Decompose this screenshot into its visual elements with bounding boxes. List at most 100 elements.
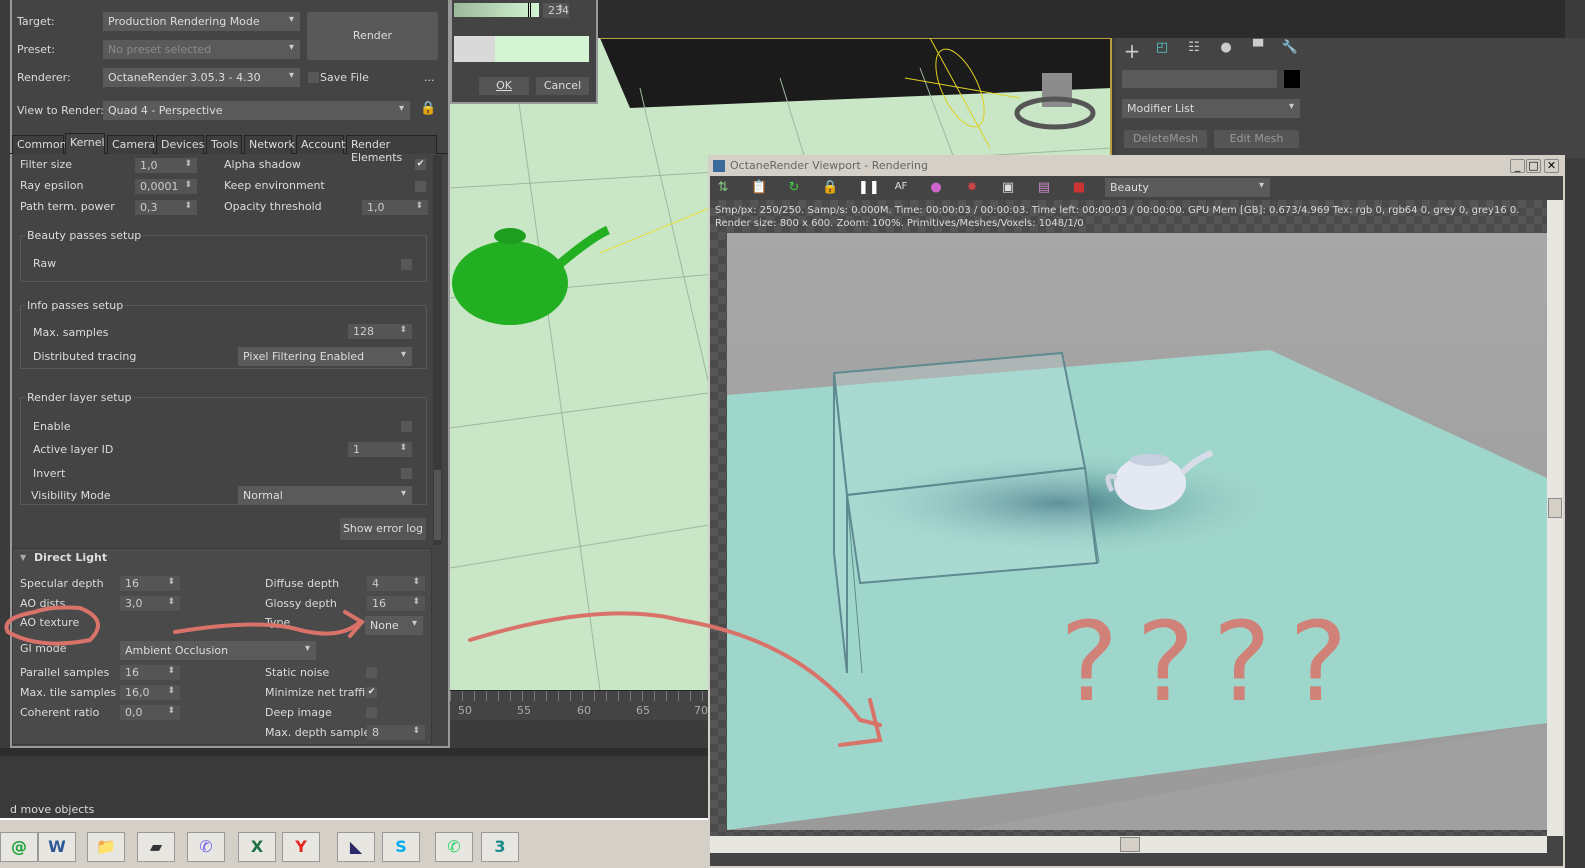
hierarchy-icon[interactable]: ☷ [1184,40,1204,55]
vertical-scrollbar[interactable] [1547,200,1563,836]
autofocus-icon[interactable]: AF [893,181,909,192]
lock-icon[interactable]: 🔒 [420,101,436,116]
timeline[interactable]: 50 55 60 65 70 [450,690,708,720]
alpha-shadow-checkbox[interactable]: ✔ [415,159,426,170]
close-button[interactable]: ✕ [1544,159,1559,173]
parallel-samples-spinner[interactable]: 16 [120,665,180,680]
max-samples-spinner[interactable]: 128 [348,324,412,339]
restart-icon[interactable]: ↻ [786,180,802,195]
mail-ru-agent-icon[interactable]: @ [0,832,38,862]
excel-icon[interactable]: X [238,832,276,862]
ao-type-dropdown[interactable]: None [365,616,423,635]
max-tile-samples-spinner[interactable]: 16,0 [120,685,180,700]
object-color-swatch[interactable] [1284,70,1300,88]
static-noise-checkbox[interactable] [366,667,377,678]
region-render-icon[interactable]: ✸ [964,180,980,195]
lock-icon[interactable]: 🔒 [822,180,838,195]
modifier-list-dropdown[interactable]: Modifier List [1122,99,1300,118]
tab-common[interactable]: Common [12,135,67,154]
tab-account[interactable]: Account [296,135,345,154]
target-dropdown[interactable]: Production Rendering Mode [103,12,300,31]
maximize-button[interactable]: □ [1526,159,1541,173]
visibility-mode-dropdown[interactable]: Normal [238,486,412,505]
motion-icon[interactable]: ● [1216,40,1236,55]
minimize-button[interactable]: _ [1510,159,1525,173]
film-region-icon[interactable]: ▤ [1036,180,1052,195]
octane-title-bar[interactable]: OctaneRender Viewport - Rendering _ □ ✕ [710,157,1563,176]
coherent-ratio-spinner[interactable]: 0,0 [120,705,180,720]
yandex-browser-icon[interactable]: Y [282,832,320,862]
value-gradient-slider[interactable] [454,3,539,17]
filter-size-spinner[interactable]: 1,0 [135,158,197,173]
skype-icon[interactable]: S [382,832,420,862]
3ds-max-icon[interactable]: 3 [481,832,519,862]
file-explorer-icon[interactable]: 📁 [87,832,125,862]
clipboard-icon[interactable]: 📋 [751,180,767,195]
path-term-power-spinner[interactable]: 0,3 [135,200,197,215]
ao-dists-spinner[interactable]: 3,0 [120,596,180,611]
gi-mode-dropdown[interactable]: Ambient Occlusion [120,641,316,660]
opacity-threshold-spinner[interactable]: 1,0 [362,200,428,215]
ok-button[interactable]: OK [479,77,529,95]
edit-mesh-button[interactable]: Edit Mesh [1214,130,1299,148]
display-icon[interactable]: ▣ [1000,180,1016,195]
viewport-top-bar [450,0,1565,38]
media-encoder-icon[interactable]: ◣ [337,832,375,862]
raw-label: Raw [33,257,57,270]
active-layer-id-spinner[interactable]: 1 [348,442,412,457]
export-icon[interactable]: ⇅ [715,180,731,195]
color-picker-dialog: 234 OK Cancel [450,0,598,104]
word-icon[interactable]: W [38,832,76,862]
tab-camera[interactable]: Camera [107,135,155,154]
save-file-checkbox[interactable] [308,72,319,83]
view-to-render-dropdown[interactable]: Quad 4 - Perspective [103,101,410,120]
value-spinner[interactable]: 234 [543,3,569,18]
type-label: Type [265,616,291,629]
cancel-button[interactable]: Cancel [536,77,589,95]
delete-mesh-button[interactable]: DeleteMesh [1124,130,1207,148]
minimize-net-traffic-checkbox[interactable]: ✔ [366,687,377,698]
keep-environment-checkbox[interactable] [415,181,426,192]
raw-checkbox[interactable] [401,259,412,270]
ao-texture-label: AO texture [20,616,80,629]
material-picker-icon[interactable]: ■ [1071,180,1087,195]
invert-checkbox[interactable] [401,468,412,479]
tab-kernel[interactable]: Kernel [65,133,105,154]
display-icon[interactable]: ▀ [1248,40,1268,55]
render-pass-dropdown[interactable]: Beauty [1105,178,1270,197]
timeline-tick: 50 [458,704,472,717]
more-options-button[interactable]: ... [424,71,435,84]
glossy-depth-spinner[interactable]: 16 [367,596,425,611]
render-image[interactable] [727,233,1547,830]
specular-depth-spinner[interactable]: 16 [120,576,180,591]
color-picker-icon[interactable]: ● [928,180,944,195]
deep-image-checkbox[interactable] [366,707,377,718]
utilities-icon[interactable]: 🔧 [1280,40,1300,55]
pause-icon[interactable]: ❚❚ [858,180,880,195]
render-button[interactable]: Render [307,12,438,60]
tab-tools[interactable]: Tools [206,135,242,154]
tab-render-elements[interactable]: Render Elements [346,135,437,164]
rollout-scrollbar[interactable] [433,155,442,545]
preset-dropdown[interactable]: No preset selected [103,40,300,59]
max-depth-samples-spinner[interactable]: 8 [367,725,425,740]
object-name-field[interactable] [1122,70,1277,88]
enable-checkbox[interactable] [401,421,412,432]
diffuse-depth-spinner[interactable]: 4 [367,576,425,591]
create-icon[interactable]: + [1122,39,1142,63]
direct-light-title[interactable]: Direct Light [34,551,107,564]
whatsapp-icon[interactable]: ✆ [435,832,473,862]
renderer-dropdown[interactable]: OctaneRender 3.05.3 - 4.30 [103,68,300,87]
distributed-tracing-dropdown[interactable]: Pixel Filtering Enabled [238,347,412,366]
collapse-icon[interactable]: ▼ [20,553,26,562]
show-error-log-button[interactable]: Show error log [340,518,426,540]
tab-devices[interactable]: Devices [156,135,204,154]
modify-icon[interactable]: ◰ [1152,40,1172,55]
viber-icon[interactable]: ✆ [187,832,225,862]
ray-epsilon-label: Ray epsilon [20,179,84,192]
horizontal-scrollbar[interactable] [710,836,1547,853]
render-layer-group: Render layer setup Enable Active layer I… [20,391,427,505]
tab-network[interactable]: Network [244,135,295,154]
tablet-icon[interactable]: ▰ [137,832,175,862]
ray-epsilon-spinner[interactable]: 0,0001 [135,179,197,194]
